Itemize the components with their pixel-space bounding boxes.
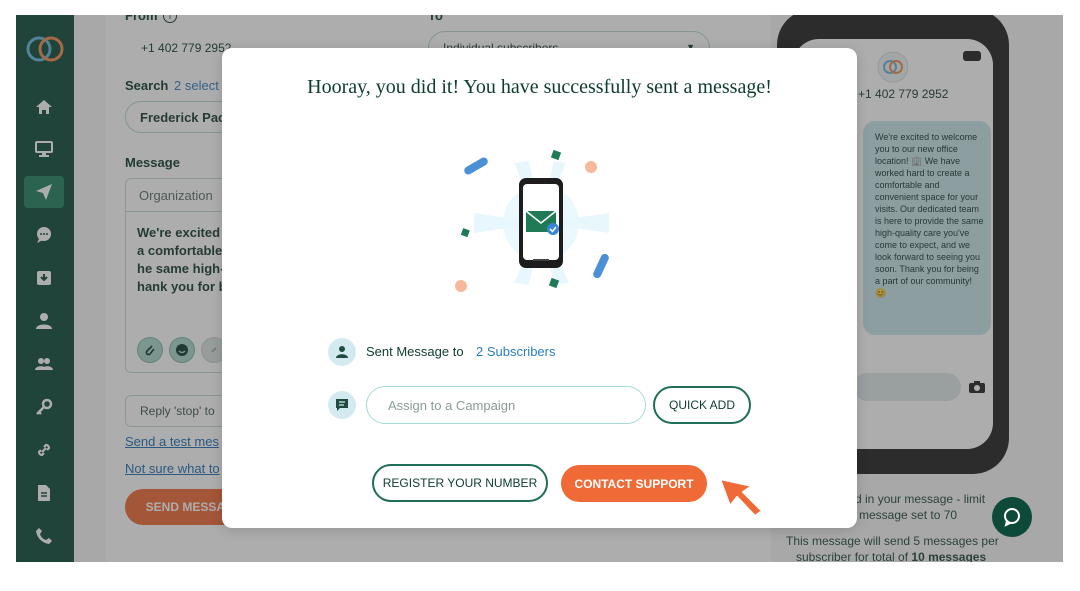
contact-support-button[interactable]: CONTACT SUPPORT	[561, 465, 707, 502]
message-icon-badge	[328, 391, 356, 419]
modal-title: Hooray, you did it! You have successfull…	[307, 76, 772, 98]
register-number-button[interactable]: REGISTER YOUR NUMBER	[372, 464, 548, 502]
sent-subscribers-count[interactable]: 2 Subscribers	[476, 344, 555, 359]
user-icon	[336, 346, 348, 358]
sent-message-label: Sent Message to	[366, 344, 464, 359]
campaign-input[interactable]	[366, 386, 646, 424]
arrow-pointer-icon	[719, 478, 763, 517]
message-icon	[336, 399, 348, 411]
user-icon-badge	[328, 338, 356, 366]
success-modal: Hooray, you did it! You have successfull…	[222, 48, 857, 528]
phone-envelope-illustration	[455, 149, 609, 292]
support-chat-button[interactable]	[992, 497, 1032, 537]
quick-add-button[interactable]: QUICK ADD	[653, 386, 751, 424]
chat-bubble-icon	[1004, 508, 1020, 527]
